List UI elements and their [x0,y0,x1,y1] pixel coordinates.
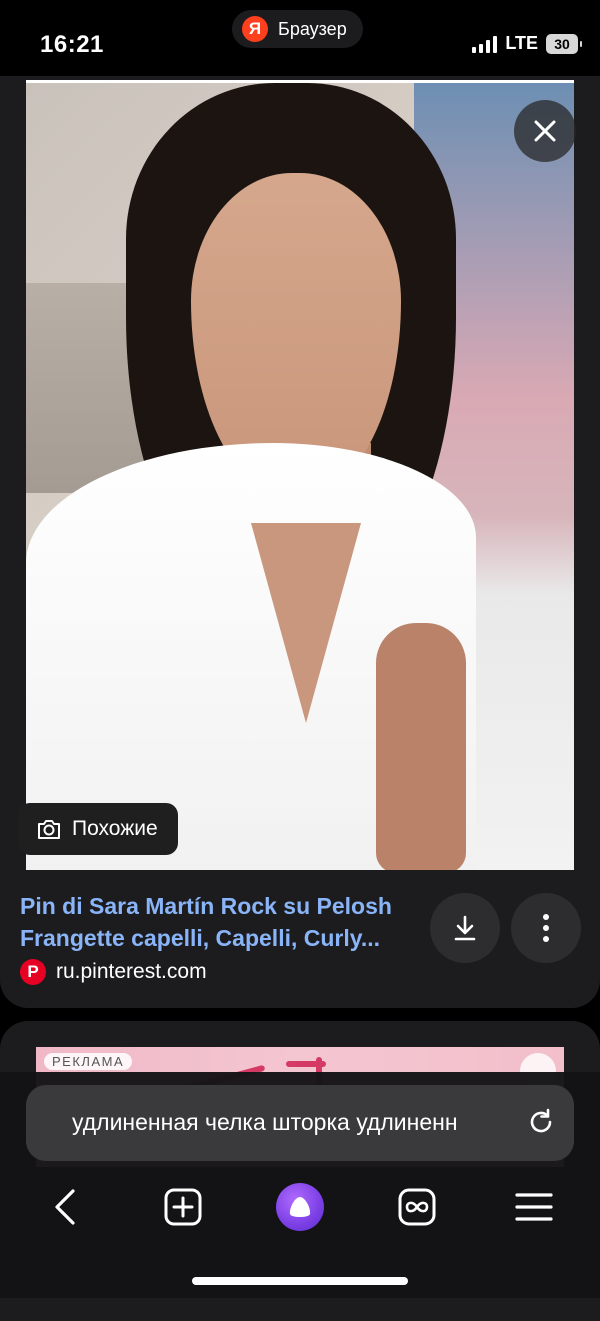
back-icon [55,1189,75,1225]
download-button[interactable] [430,893,500,963]
tabs-icon [398,1188,436,1226]
signal-icon [472,35,498,53]
search-query[interactable]: удлиненная челка шторка удлиненн [72,1109,502,1136]
similar-button[interactable]: Похожие [18,803,178,855]
battery-level: 30 [554,35,570,52]
download-icon [454,915,476,941]
reload-icon[interactable] [526,1107,556,1137]
menu-icon [515,1193,553,1221]
alice-icon [276,1183,324,1231]
image-result-card: Похожие Pin di Sara Martín Rock su Pelos… [0,76,600,1008]
app-name: Браузер [278,18,347,39]
alice-assistant-button[interactable] [275,1182,325,1232]
network-type: LTE [505,33,538,53]
photo-woman-selfie[interactable] [26,83,574,870]
browser-bottom-bar: удлиненная челка шторка удлиненн [0,1072,600,1298]
result-image[interactable] [26,80,574,870]
navigation-bar [0,1182,600,1232]
home-indicator[interactable] [192,1277,408,1285]
more-vertical-icon [543,914,549,942]
back-button[interactable] [40,1182,90,1232]
search-bar[interactable]: удлиненная челка шторка удлиненн [26,1085,574,1161]
status-bar: 16:21 Я Браузер LTE 30 [0,0,600,80]
new-tab-button[interactable] [158,1182,208,1232]
close-icon [534,120,556,142]
new-tab-icon [164,1188,202,1226]
result-source[interactable]: P ru.pinterest.com [20,959,207,985]
ad-badge: РЕКЛАМА [44,1053,133,1070]
result-title-link[interactable]: Pin di Sara Martín Rock su Pelosh Frange… [20,890,420,954]
more-options-button[interactable] [511,893,581,963]
tabs-button[interactable] [392,1182,442,1232]
menu-button[interactable] [509,1182,559,1232]
pinterest-icon: P [20,959,46,985]
battery-icon: 30 [546,33,582,54]
clock: 16:21 [40,31,104,58]
status-indicators: LTE 30 [472,33,582,54]
close-button[interactable] [514,100,576,162]
camera-search-icon [38,820,60,839]
yandex-logo-icon: Я [242,16,268,42]
similar-label: Похожие [72,817,158,840]
source-domain: ru.pinterest.com [56,960,207,983]
app-indicator[interactable]: Я Браузер [232,10,363,48]
